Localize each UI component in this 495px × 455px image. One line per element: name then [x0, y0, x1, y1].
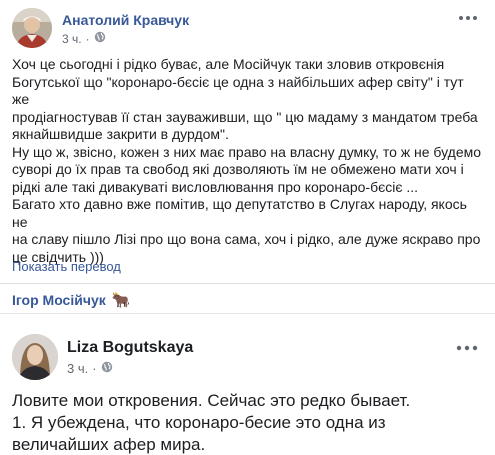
shared-timestamp: 3 ч.: [67, 361, 89, 376]
globe-icon: [101, 361, 113, 376]
shared-post-text: Ловите мои откровения. Сейчас это редко …: [12, 391, 411, 454]
globe-icon: [94, 31, 106, 46]
ellipsis-icon[interactable]: [454, 8, 482, 26]
author-avatar[interactable]: [12, 8, 52, 48]
ox-emoji: 🐂: [111, 292, 131, 309]
translate-link[interactable]: Показать перевод: [12, 259, 121, 274]
tagged-name[interactable]: Ігор Мосійчук: [12, 292, 106, 308]
facebook-post: Анатолий Кравчук 3 ч. · Хоч це сьогодні …: [0, 0, 495, 455]
shared-post-screenshot[interactable]: Liza Bogutskaya 3 ч. · Ловите мои откров…: [0, 314, 495, 455]
meta-separator: ·: [92, 361, 97, 376]
divider: [0, 283, 495, 284]
shared-author-name: Liza Bogutskaya: [67, 339, 194, 356]
ellipsis-icon: [453, 338, 481, 356]
shared-meta: 3 ч. ·: [67, 361, 113, 376]
post-text: Хоч це сьогодні і рідко буває, але Мосій…: [12, 56, 482, 265]
post-timestamp[interactable]: 3 ч.: [62, 32, 82, 46]
tagged-person: Ігор Мосійчук 🐂: [12, 291, 130, 309]
post-header: Анатолий Кравчук 3 ч. ·: [12, 8, 482, 48]
author-name[interactable]: Анатолий Кравчук: [62, 12, 189, 28]
meta-separator: ·: [85, 31, 90, 46]
post-meta: 3 ч. ·: [62, 31, 106, 46]
shared-author-avatar: [12, 334, 58, 380]
